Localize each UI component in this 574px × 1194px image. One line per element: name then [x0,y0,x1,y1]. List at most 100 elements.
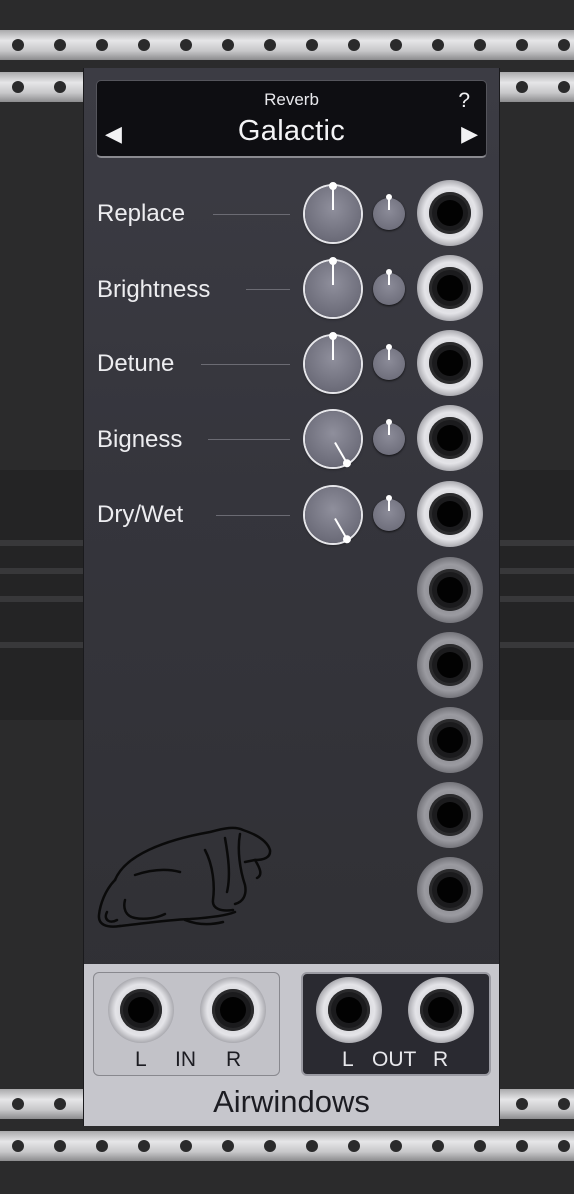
rail-mounting-hole [12,1098,24,1110]
rail-mounting-hole [180,1140,192,1152]
rail-mounting-hole [474,1140,486,1152]
jack-hole [437,727,463,753]
rail-mounting-hole [96,39,108,51]
preset-display: Reverb Galactic ◀ ▶ ? [96,80,487,158]
next-preset-icon[interactable]: ▶ [461,121,478,147]
jack-hole [437,200,463,226]
rail-mounting-hole [54,81,66,93]
brightness-cv-jack[interactable] [417,255,483,321]
knob-pointer [388,273,390,285]
preset-category: Reverb [264,90,319,109]
knob-pointer [388,499,390,511]
output-right-jack[interactable] [408,977,474,1043]
replace-cv-jack[interactable] [417,180,483,246]
rail-mounting-hole [54,1098,66,1110]
bigness-knob[interactable] [305,411,361,469]
knob-pointer [388,423,390,435]
jack-hole [437,577,463,603]
param-leader-line [246,289,290,290]
brightness-knob[interactable] [305,257,361,317]
extra-cv-jack[interactable] [417,782,483,848]
rail-mounting-hole [558,1140,570,1152]
output-left-label: L [342,1048,354,1071]
rail-mounting-hole [264,39,276,51]
knob-pointer [388,198,390,210]
input-left-label: L [135,1048,147,1071]
rail-mounting-hole [264,1140,276,1152]
jack-hole [437,350,463,376]
rail-mounting-hole [12,39,24,51]
rail-mounting-hole [516,81,528,93]
rail-mounting-hole [348,39,360,51]
rail-mounting-hole [516,1098,528,1110]
dry-wet-knob[interactable] [305,487,361,545]
jack-hole [428,997,454,1023]
preset-name[interactable]: Galactic [97,115,486,148]
rail-mounting-hole [138,39,150,51]
rail-mounting-hole [558,39,570,51]
rail-mounting-hole [96,1140,108,1152]
rail-mounting-hole [306,39,318,51]
output-section-label: OUT [372,1048,417,1071]
detune-knob[interactable] [305,332,361,392]
rail-mounting-hole [390,39,402,51]
param-leader-line [208,439,290,440]
rail-mounting-hole [222,39,234,51]
replace-knob[interactable] [305,182,361,242]
detune-cv-jack[interactable] [417,330,483,396]
rail-mounting-hole [432,39,444,51]
knob-indicator-dot [329,332,337,340]
rail-mounting-hole [390,1140,402,1152]
output-right-label: R [433,1048,449,1071]
input-right-jack[interactable] [200,977,266,1043]
extra-cv-jack[interactable] [417,557,483,623]
rail-mounting-hole [348,1140,360,1152]
jack-hole [437,275,463,301]
rail-mounting-hole [558,1098,570,1110]
rack-rail-bottom-2 [0,1131,574,1161]
rail-mounting-hole [516,39,528,51]
rail-mounting-hole [12,81,24,93]
extra-cv-jack[interactable] [417,632,483,698]
rail-mounting-hole [558,81,570,93]
rail-mounting-hole [516,1140,528,1152]
rail-mounting-hole [12,1140,24,1152]
rail-mounting-hole [306,1140,318,1152]
rail-mounting-hole [54,39,66,51]
bigness-attenuator-knob[interactable] [373,419,405,455]
rail-mounting-hole [138,1140,150,1152]
extra-cv-jack[interactable] [417,857,483,923]
param-label-brightness: Brightness [97,276,211,303]
param-label-dry-wet: Dry/Wet [97,501,184,528]
extra-cv-jack[interactable] [417,707,483,773]
param-label-detune: Detune [97,350,175,377]
bigness-cv-jack[interactable] [417,405,483,471]
previous-preset-icon[interactable]: ◀ [105,121,122,147]
param-label-bigness: Bigness [97,426,183,453]
knob-indicator-dot [329,182,337,190]
jack-hole [437,425,463,451]
replace-attenuator-knob[interactable] [373,194,405,230]
output-left-jack[interactable] [316,977,382,1043]
jack-hole [437,501,463,527]
rail-mounting-hole [222,1140,234,1152]
rail-mounting-hole [54,1140,66,1152]
dry-wet-attenuator-knob[interactable] [373,495,405,531]
dry-wet-cv-jack[interactable] [417,481,483,547]
param-label-replace: Replace [97,200,186,227]
help-button[interactable]: ? [458,89,470,113]
param-leader-line [201,364,290,365]
jack-hole [437,802,463,828]
dog-logo-icon [97,826,272,928]
detune-attenuator-knob[interactable] [373,344,405,380]
jack-hole [336,997,362,1023]
input-section-label: IN [175,1048,196,1071]
knob-pointer [388,348,390,360]
jack-hole [437,652,463,678]
brightness-attenuator-knob[interactable] [373,269,405,305]
input-left-jack[interactable] [108,977,174,1043]
input-right-label: R [226,1048,242,1071]
param-leader-line [213,214,290,215]
rail-mounting-hole [432,1140,444,1152]
rail-mounting-hole [474,39,486,51]
